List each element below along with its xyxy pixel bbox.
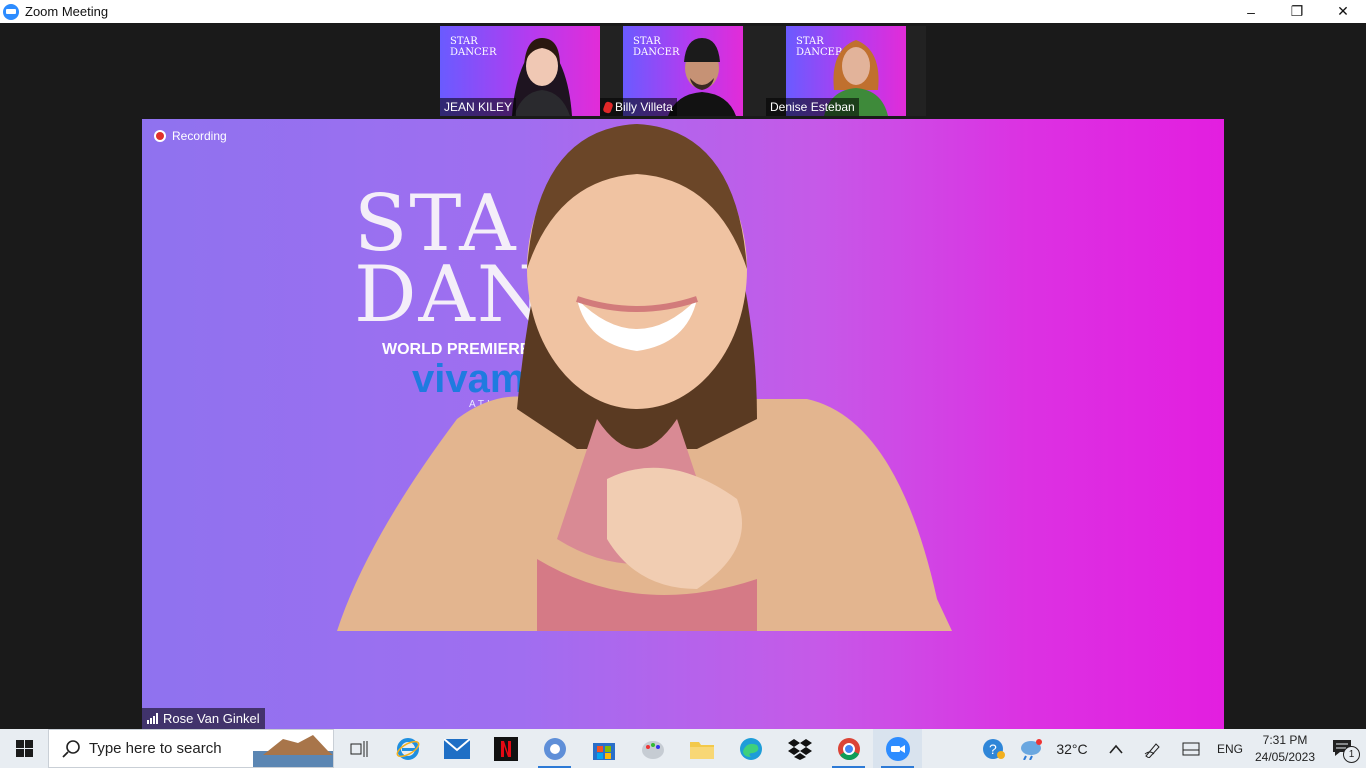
netflix-button[interactable] [481,729,530,768]
close-button[interactable]: ✕ [1320,0,1366,23]
speaker-figure [337,124,952,631]
chrome-button[interactable] [824,729,873,768]
restore-button[interactable]: ❐ [1274,0,1320,23]
dropbox-button[interactable] [775,729,824,768]
start-button[interactable] [0,729,48,768]
weather-icon [1021,738,1042,760]
internet-explorer-icon [396,737,419,760]
search-icon [62,739,80,758]
participant-tile-billy-villeta[interactable]: STAR DANCER Billy Villeta [600,26,743,116]
meeting-stage: STAR DANCER JEAN KILEY STAR DANCER Billy V… [0,23,1366,729]
chrome-app-icon [543,737,566,760]
search-placeholder: Type here to search [89,740,222,757]
task-view-button[interactable] [334,729,383,768]
folder-icon [689,741,714,759]
notification-count-badge: 1 [1343,746,1360,763]
participant-tile-denise-esteban[interactable]: STAR DANCER Denise Esteban [766,26,906,116]
mic-muted-icon [602,100,614,114]
clock-date: 24/05/2023 [1254,749,1316,764]
microsoft-store-button[interactable] [579,729,628,768]
netflix-icon [493,736,518,761]
pen-icon [1144,742,1160,758]
input-language[interactable]: ENG [1210,729,1250,768]
participant-strip: STAR DANCER JEAN KILEY STAR DANCER Billy V… [440,26,926,116]
taskbar-search[interactable]: Type here to search [48,729,334,768]
taskbar: Type here to search ? 32°C ENG 7:31 PM 2… [0,729,1366,768]
chrome-remote-button[interactable] [530,729,579,768]
search-highlight-image [253,735,333,767]
window-controls: – ❐ ✕ [1228,0,1366,23]
clock[interactable]: 7:31 PM 24/05/2023 [1250,729,1320,768]
help-tray-button[interactable]: ? [972,729,1016,768]
window-title: Zoom Meeting [25,4,109,19]
svg-text:?: ? [989,741,997,757]
weather-tray-button[interactable] [1016,729,1046,768]
store-icon [592,742,615,760]
internet-explorer-button[interactable] [383,729,432,768]
weather-temperature[interactable]: 32°C [1046,729,1098,768]
pen-workspace-button[interactable] [1134,729,1172,768]
keyboard-icon [1182,742,1200,755]
chevron-up-icon [1109,744,1123,754]
help-icon: ? [983,738,1005,759]
zoom-button[interactable] [873,729,922,768]
participant-name-label: Denise Esteban [766,98,859,116]
paint-icon [641,740,664,759]
participant-tile-jean-kiley[interactable]: STAR DANCER JEAN KILEY [440,26,600,116]
touch-keyboard-button[interactable] [1172,729,1210,768]
speaker-name-label: Rose Van Ginkel [142,708,265,729]
action-center-button[interactable]: 1 [1320,729,1366,768]
windows-logo-icon [15,740,33,757]
star-dancer-logo: STAR DANCER [450,36,497,58]
recording-indicator: Recording [154,129,227,143]
chrome-icon [837,737,860,760]
system-tray: ? 32°C ENG 7:31 PM 24/05/2023 1 [972,729,1366,768]
zoom-icon [885,736,910,761]
title-bar: Zoom Meeting – ❐ ✕ [0,0,1366,23]
edge-icon [739,737,762,760]
recording-icon [154,130,166,142]
minimize-button[interactable]: – [1228,0,1274,23]
clock-time: 7:31 PM [1262,732,1308,747]
show-hidden-icons-button[interactable] [1098,729,1134,768]
mail-button[interactable] [432,729,481,768]
file-explorer-button[interactable] [677,729,726,768]
mail-icon [443,738,470,759]
signal-strength-icon [147,713,158,724]
dropbox-icon [787,738,812,760]
participant-name-label: JEAN KILEY [440,98,517,116]
zoom-app-icon [3,3,19,20]
active-speaker-video[interactable]: Recording STA DANC WORLD PREMIERE on viv… [142,119,1224,729]
participant-name-label: Billy Villeta [600,98,677,116]
task-view-icon [350,740,367,757]
edge-button[interactable] [726,729,775,768]
paint-button[interactable] [628,729,677,768]
